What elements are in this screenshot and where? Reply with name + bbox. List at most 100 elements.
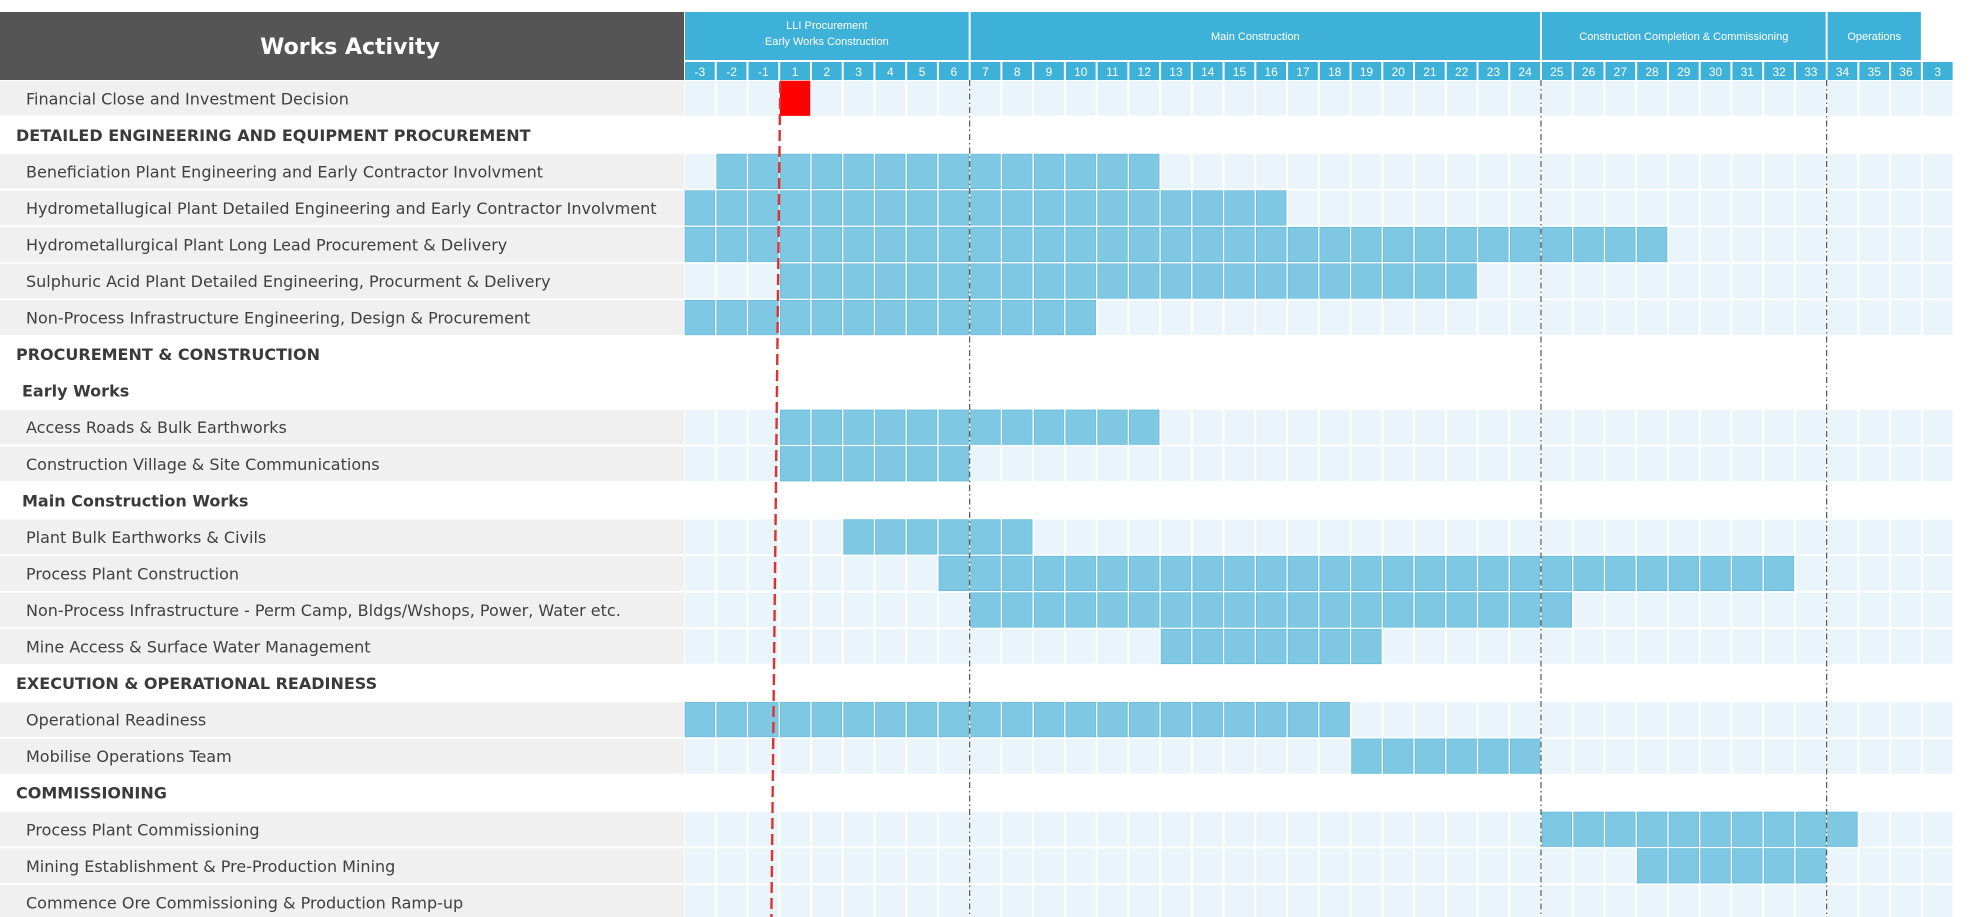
grid-cell xyxy=(1605,300,1636,335)
task-bar-cell xyxy=(1478,226,1509,263)
grid-cell xyxy=(1192,154,1223,189)
task-bar-cell xyxy=(1002,702,1033,738)
grid-cell xyxy=(1732,263,1763,299)
grid-cell xyxy=(1256,812,1287,847)
grid-cell xyxy=(843,848,874,884)
grid-cell xyxy=(1478,812,1509,847)
task-bar-cell xyxy=(1129,592,1160,628)
grid-cell xyxy=(780,629,810,664)
task-label: Hydrometallurgical Plant Long Lead Procu… xyxy=(26,235,507,254)
grid-cell xyxy=(1415,446,1445,482)
grid-cell xyxy=(1510,300,1540,335)
grid-cell xyxy=(843,738,874,774)
task-bar-cell xyxy=(811,263,843,299)
grid-cell xyxy=(685,519,715,555)
grid-cell xyxy=(1700,702,1731,737)
grid-cell xyxy=(1192,885,1223,917)
grid-cell xyxy=(1446,409,1477,445)
grid-cell xyxy=(811,885,842,917)
task-bar-cell xyxy=(938,153,969,189)
grid-cell xyxy=(1891,519,1921,555)
grid-cell xyxy=(970,629,1001,664)
grid-cell xyxy=(685,629,715,664)
task-bar-cell xyxy=(1065,263,1096,299)
grid-cell xyxy=(875,629,906,664)
task-bar-cell xyxy=(1160,226,1192,263)
task-bar-cell xyxy=(1256,190,1287,226)
grid-cell xyxy=(1319,154,1350,189)
grid-cell xyxy=(1446,629,1477,664)
task-bar-cell xyxy=(684,299,716,336)
task-label: Process Plant Commissioning xyxy=(26,820,260,839)
grid-cell xyxy=(811,629,842,664)
grid-cell xyxy=(1510,190,1540,226)
grid-cell xyxy=(780,738,810,774)
grid-cell xyxy=(1351,519,1382,555)
grid-cell xyxy=(1383,702,1414,737)
task-bar-cell xyxy=(811,446,843,482)
grid-cell xyxy=(938,738,969,774)
grid-cell xyxy=(1319,409,1350,445)
grid-cell xyxy=(685,154,715,189)
grid-cell xyxy=(1637,263,1667,299)
grid-cell xyxy=(1383,446,1414,482)
grid-cell xyxy=(780,519,810,555)
grid-cell xyxy=(1478,885,1509,917)
grid-cell xyxy=(1065,848,1096,884)
grid-cell xyxy=(1351,409,1382,445)
grid-cell xyxy=(811,848,842,884)
grid-cell xyxy=(1573,848,1604,884)
milestone-marker xyxy=(779,80,811,116)
task-bar-cell xyxy=(1160,190,1192,226)
grid-cell xyxy=(1605,885,1636,917)
task-bar-cell xyxy=(875,519,906,555)
grid-cell xyxy=(1097,629,1128,664)
grid-cell xyxy=(1922,81,1953,116)
grid-cell xyxy=(1097,738,1128,774)
grid-cell xyxy=(811,519,842,555)
grid-cell xyxy=(1510,446,1540,482)
grid-cell xyxy=(1288,300,1318,335)
grid-cell xyxy=(1383,300,1414,335)
grid-cell xyxy=(716,556,747,591)
task-bar-cell xyxy=(1668,811,1699,847)
grid-cell xyxy=(1605,81,1636,116)
grid-cell xyxy=(1859,738,1890,774)
task-bar-cell xyxy=(1287,555,1319,592)
task-label: Mobilise Operations Team xyxy=(26,747,232,766)
grid-cell xyxy=(685,812,715,847)
task-bar-cell xyxy=(811,153,843,189)
task-bar-cell xyxy=(1636,848,1668,884)
task-label: Mining Establishment & Pre-Production Mi… xyxy=(26,857,395,876)
grid-cell xyxy=(1161,738,1191,774)
month-tick-label: 31 xyxy=(1741,65,1755,79)
task-bar-cell xyxy=(1192,702,1223,738)
grid-cell xyxy=(938,885,969,917)
task-bar-cell xyxy=(843,702,874,738)
task-bar-cell xyxy=(1065,592,1096,628)
grid-cell xyxy=(1097,885,1128,917)
grid-cell xyxy=(1795,227,1826,262)
month-tick-label: -2 xyxy=(726,65,737,79)
grid-cell xyxy=(1541,300,1572,335)
grid-cell xyxy=(1795,885,1826,917)
task-bar-cell xyxy=(1605,226,1636,263)
grid-cell xyxy=(1573,885,1604,917)
grid-cell xyxy=(1415,190,1445,226)
task-bar-cell xyxy=(906,702,938,738)
grid-cell xyxy=(1256,738,1287,774)
grid-cell xyxy=(1415,81,1445,116)
grid-cell xyxy=(1891,409,1921,445)
task-bar-cell xyxy=(1256,628,1287,665)
grid-cell xyxy=(875,885,906,917)
task-bar-cell xyxy=(1636,555,1668,592)
task-bar-cell xyxy=(875,263,906,299)
grid-cell xyxy=(1002,446,1033,482)
task-bar-cell xyxy=(1446,226,1477,263)
grid-cell xyxy=(1002,848,1033,884)
grid-cell xyxy=(1541,190,1572,226)
task-bar-cell xyxy=(779,263,811,299)
task-bar-cell xyxy=(1097,226,1128,263)
grid-cell xyxy=(1065,812,1096,847)
grid-cell xyxy=(1732,227,1763,262)
